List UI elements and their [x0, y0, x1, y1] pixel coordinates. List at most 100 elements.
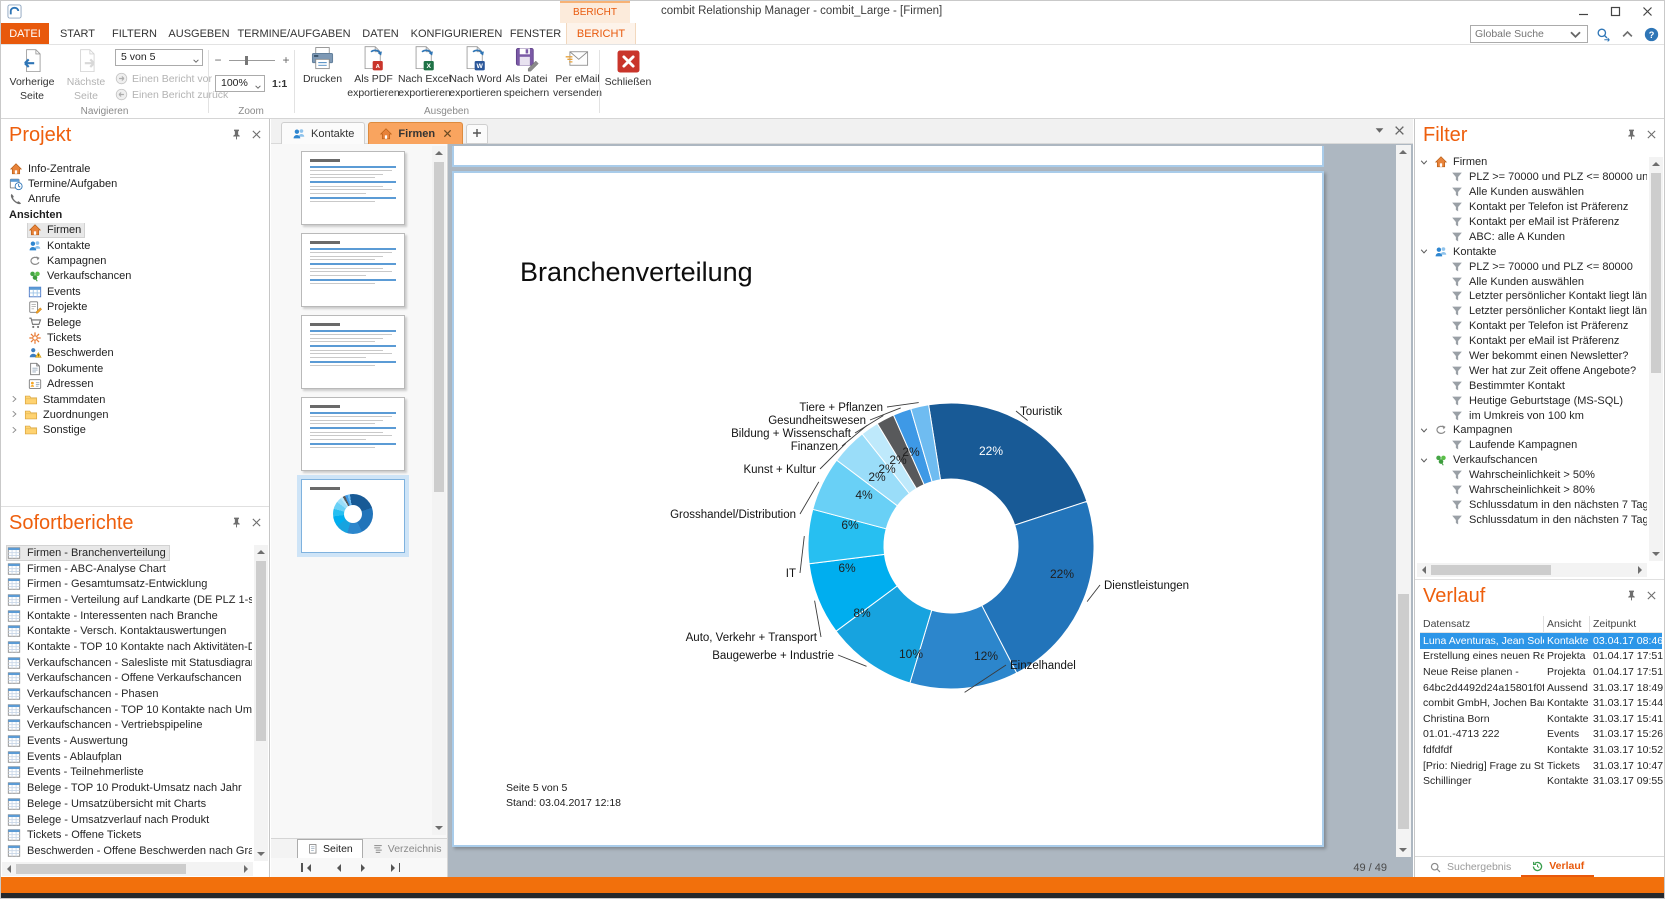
zoom-in-icon[interactable]: +	[281, 53, 291, 67]
sidebar-item-zuordnungen[interactable]: Zuordnungen	[3, 407, 267, 422]
report-item-events-teilnehmerliste[interactable]: Events - Teilnehmerliste	[3, 765, 252, 781]
filter-item-kontakt-per-email-ist-pr-ferenz[interactable]: Kontakt per eMail ist Präferenz	[1419, 215, 1647, 230]
scroll-right-arrow[interactable]	[1633, 563, 1647, 577]
pin-icon[interactable]	[230, 516, 243, 529]
report-item-kontakte-versch-kontaktauswertungen[interactable]: Kontakte - Versch. Kontaktauswertungen	[3, 623, 252, 639]
ribbon-tab-datei[interactable]: DATEI	[1, 23, 49, 44]
report-item-belege-umsatz-bersicht-mit-charts[interactable]: Belege - Umsatzübersicht mit Charts	[3, 796, 252, 812]
filter-group-kontakte[interactable]: Kontakte	[1419, 244, 1647, 259]
zoom-one-to-one-button[interactable]: 1:1	[272, 78, 287, 90]
filter-item-abc-alle-a-kunden[interactable]: ABC: alle A Kunden	[1419, 229, 1647, 244]
ribbon-tab-daten[interactable]: DATEN	[353, 23, 408, 44]
collapse-ribbon-icon[interactable]	[1619, 26, 1636, 43]
bottom-tab-suchergebnis[interactable]: Suchergebnis	[1419, 857, 1521, 877]
next-page-button[interactable]: Nächste Seite	[59, 48, 113, 102]
scroll-down-arrow[interactable]	[432, 821, 446, 835]
filter-item-kontakt-per-telefon-ist-pr-ferenz[interactable]: Kontakt per Telefon ist Präferenz	[1419, 319, 1647, 334]
filter-item-heutige-geburtstage-ms-sql[interactable]: Heutige Geburtstage (MS-SQL)	[1419, 393, 1647, 408]
verlauf-column-ansicht[interactable]: Ansicht	[1544, 616, 1590, 632]
filter-item-im-umkreis-von-100-km[interactable]: im Umkreis von 100 km	[1419, 408, 1647, 423]
page-number-combo[interactable]: 5 von 5	[115, 49, 203, 66]
sidebar-item-firmen[interactable]: Firmen	[3, 223, 267, 238]
last-page-button[interactable]	[393, 863, 401, 872]
view-tab-firmen[interactable]: Firmen	[368, 122, 463, 144]
pin-icon[interactable]	[230, 128, 243, 141]
sidebar-item-sonstige[interactable]: Sonstige	[3, 423, 267, 438]
report-item-events-ablaufplan[interactable]: Events - Ablaufplan	[3, 749, 252, 765]
filter-item-laufende-kampagnen[interactable]: Laufende Kampagnen	[1419, 438, 1647, 453]
page-thumbnail-1[interactable]	[301, 151, 405, 225]
ribbon-button-als-datei-speichern[interactable]: Als Dateispeichern	[501, 45, 552, 99]
scroll-thumb[interactable]	[1398, 594, 1409, 829]
scroll-left-arrow[interactable]	[1417, 563, 1431, 577]
report-item-firmen-gesamtumsatz-entwicklung[interactable]: Firmen - Gesamtumsatz-Entwicklung	[3, 576, 252, 592]
scroll-up-arrow[interactable]	[254, 545, 268, 559]
thumbnail-tab-seiten[interactable]: Seiten	[297, 839, 363, 858]
scroll-down-arrow[interactable]	[254, 847, 268, 861]
filter-item-letzter-pers-nlicher-kontakt-liegt-l-n[interactable]: Letzter persönlicher Kontakt liegt län	[1419, 289, 1647, 304]
scroll-up-arrow[interactable]	[1649, 157, 1663, 171]
report-item-beschwerden-offene-beschwerden-nach-grad[interactable]: Beschwerden - Offene Beschwerden nach Gr…	[3, 843, 252, 859]
report-item-aktivit-ten-mitarbeiterauslastung-gester[interactable]: Aktivitäten - Mitarbeiterauslastung Gest…	[3, 859, 252, 861]
ribbon-tab-bericht[interactable]: BERICHT	[566, 23, 636, 44]
zoom-track[interactable]	[229, 60, 275, 61]
scroll-down-arrow[interactable]	[1649, 547, 1663, 561]
filter-horizontal-scrollbar[interactable]	[1417, 563, 1647, 577]
filter-item-kontakt-per-telefon-ist-pr-ferenz[interactable]: Kontakt per Telefon ist Präferenz	[1419, 200, 1647, 215]
sidebar-item-belege[interactable]: Belege	[3, 315, 267, 330]
filter-item-bestimmter-kontakt[interactable]: Bestimmter Kontakt	[1419, 378, 1647, 393]
sidebar-item-kampagnen[interactable]: Kampagnen	[3, 253, 267, 268]
previous-page-button[interactable]: Vorherige Seite	[5, 48, 59, 102]
report-item-verkaufschancen-salesliste-mit-statusdia[interactable]: Verkaufschancen - Salesliste mit Statusd…	[3, 655, 252, 671]
sidebar-item-termine-aufgaben[interactable]: Termine/Aufgaben	[3, 176, 267, 191]
first-page-button[interactable]	[301, 863, 309, 872]
filter-item-plz-70000-und-plz-80000-und[interactable]: PLZ >= 70000 und PLZ <= 80000 und	[1419, 170, 1647, 185]
zoom-value-combo[interactable]: 100%	[215, 75, 265, 92]
verlauf-column-datensatz[interactable]: Datensatz	[1420, 616, 1544, 632]
thumbnails-vertical-scrollbar[interactable]	[432, 146, 446, 835]
ribbon-tab-fenster[interactable]: FENSTER	[505, 23, 566, 44]
ribbon-tab-start[interactable]: START	[49, 23, 106, 44]
report-item-belege-top-10-produkt-umsatz-nach-jahr[interactable]: Belege - TOP 10 Produkt-Umsatz nach Jahr	[3, 780, 252, 796]
filter-item-alle-kunden-ausw-hlen[interactable]: Alle Kunden auswählen	[1419, 185, 1647, 200]
verlauf-row-neue-reise-planen[interactable]: Neue Reise planen -Projekta01.04.17 17:5…	[1420, 664, 1662, 680]
verlauf-row-schillinger[interactable]: SchillingerKontakte31.03.17 09:55	[1420, 773, 1662, 789]
tabstrip-close-icon[interactable]	[1394, 125, 1405, 136]
verlauf-row-64bc2d4492d24a15801f0f8b[interactable]: 64bc2d4492d24a15801f0f8bAussend31.03.17 …	[1420, 680, 1662, 696]
filter-item-plz-70000-und-plz-80000[interactable]: PLZ >= 70000 und PLZ <= 80000	[1419, 259, 1647, 274]
ribbon-button-nach-excel-exportieren[interactable]: XNach Excelexportieren	[399, 45, 450, 99]
next-page-nav-button[interactable]	[363, 864, 369, 872]
scroll-thumb[interactable]	[1651, 173, 1661, 373]
filter-item-wahrscheinlichkeit-50[interactable]: Wahrscheinlichkeit > 50%	[1419, 468, 1647, 483]
scroll-thumb[interactable]	[434, 162, 444, 492]
report-item-firmen-verteilung-auf-landkarte-de-plz-1[interactable]: Firmen - Verteilung auf Landkarte (DE PL…	[3, 592, 252, 608]
close-icon[interactable]	[1645, 589, 1658, 602]
report-item-belege-umsatzverlauf-nach-produkt[interactable]: Belege - Umsatzverlauf nach Produkt	[3, 812, 252, 828]
close-window-button[interactable]	[1636, 3, 1658, 20]
sidebar-item-info-zentrale[interactable]: Info-Zentrale	[3, 161, 267, 176]
filter-group-verkaufschancen[interactable]: Verkaufschancen	[1419, 453, 1647, 468]
close-icon[interactable]	[250, 516, 263, 529]
scroll-thumb[interactable]	[16, 864, 186, 874]
page-thumbnail-2[interactable]	[301, 233, 405, 307]
verlauf-row-luna-aventuras-jean-soleil[interactable]: Luna Aventuras, Jean SoleilKontakte03.04…	[1420, 633, 1662, 649]
sidebar-item-projekte[interactable]: Projekte	[3, 300, 267, 315]
filter-item-schlussdatum-in-den-n-chsten-7-tag[interactable]: Schlussdatum in den nächsten 7 Tag	[1419, 497, 1647, 512]
ribbon-tab-konfigurieren[interactable]: KONFIGURIEREN	[408, 23, 505, 44]
report-item-tickets-offene-tickets[interactable]: Tickets - Offene Tickets	[3, 827, 252, 843]
sidebar-item-beschwerden[interactable]: Beschwerden	[3, 346, 267, 361]
report-item-firmen-branchenverteilung[interactable]: Firmen - Branchenverteilung	[3, 545, 252, 561]
verlauf-row-combit-gmbh-jochen-bart[interactable]: combit GmbH, Jochen BartKontakte31.03.17…	[1420, 695, 1662, 711]
scroll-up-arrow[interactable]	[1396, 145, 1410, 159]
ribbon-button-drucken[interactable]: Drucken	[297, 45, 348, 99]
verlauf-row-prio-niedrig-frage-zu-str[interactable]: [Prio: Niedrig] Frage zu StrTickets31.03…	[1420, 758, 1662, 774]
sidebar-item-verkaufschancen[interactable]: Verkaufschancen	[3, 269, 267, 284]
maximize-button[interactable]	[1604, 3, 1626, 20]
report-forward-button[interactable]: Einen Bericht vor	[115, 72, 212, 85]
scroll-left-arrow[interactable]	[2, 862, 16, 876]
verlauf-row-christina-born[interactable]: Christina BornKontakte31.03.17 15:41	[1420, 711, 1662, 727]
page-thumbnail-4[interactable]	[301, 397, 405, 471]
close-icon[interactable]	[1645, 128, 1658, 141]
report-item-verkaufschancen-top-10-kontakte-nach-ums[interactable]: Verkaufschancen - TOP 10 Kontakte nach U…	[3, 702, 252, 718]
zoom-slider[interactable]: − +	[213, 53, 291, 67]
